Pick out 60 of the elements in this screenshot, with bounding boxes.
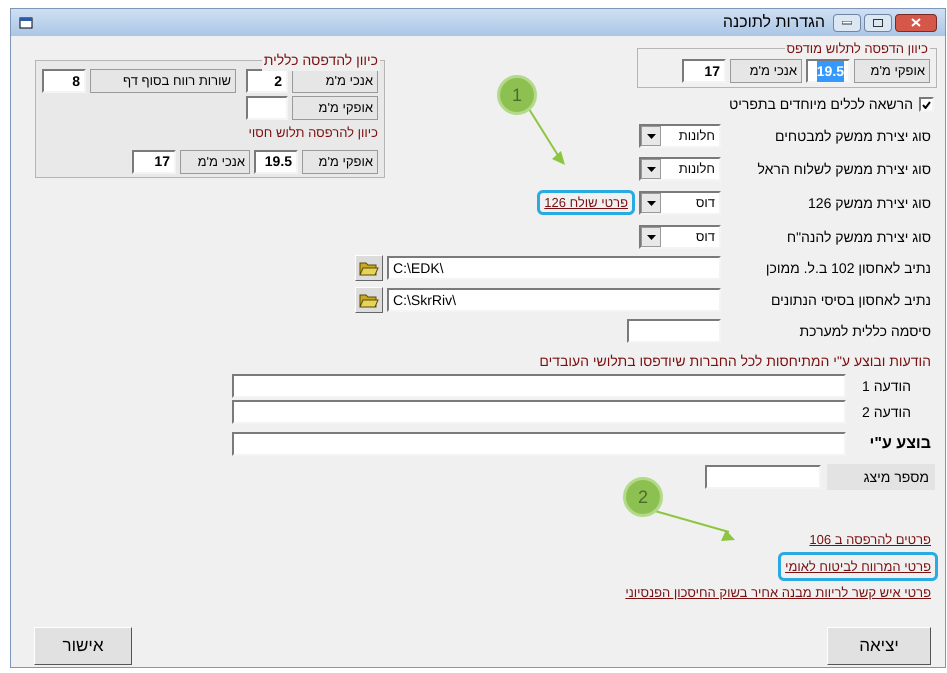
field-label: הודעה 2: [861, 402, 912, 422]
field-label: אנכי מ'מ: [292, 69, 378, 93]
dropdown[interactable]: חלונות: [639, 157, 721, 181]
checkmark-icon: [922, 100, 931, 108]
link[interactable]: פרטי איש קשר לריוות מבנה אחיר בשוק החיסכון הפנסיוני: [618, 583, 938, 602]
input-field[interactable]: [232, 400, 846, 424]
field-label: אופקי מ'מ: [854, 59, 930, 83]
field-label: סיסמה כללית למערכת: [798, 322, 931, 340]
close-button[interactable]: [895, 14, 937, 32]
minimize-icon: [842, 20, 852, 24]
field-label: מספר מיצג: [827, 464, 935, 490]
field-label: הודעה 1: [861, 376, 912, 396]
input-field[interactable]: 17: [682, 59, 726, 83]
input-field[interactable]: [232, 432, 846, 456]
input-field[interactable]: 8: [42, 69, 86, 93]
group-legend: כיוון הדפסה לתלוש מודפס: [784, 39, 930, 58]
input-field[interactable]: [232, 374, 846, 398]
dropdown[interactable]: דוס: [639, 225, 721, 249]
field-label: סוג יצירת ממשק למבטחים: [774, 126, 931, 146]
dropdown[interactable]: דוס: [639, 191, 721, 215]
field-label: בוצע ע"י: [868, 434, 931, 454]
folder-icon: [359, 292, 379, 308]
link[interactable]: פרטי המרווח לביטוח לאומי: [778, 552, 938, 581]
input-field[interactable]: C:\EDK\: [387, 256, 721, 280]
close-icon: [911, 18, 921, 27]
field-label: סוג יצירת ממשק לשלוח הראל: [756, 160, 931, 179]
input-field[interactable]: C:\SkrRiv\: [387, 288, 721, 312]
input-field[interactable]: 19.5: [254, 150, 298, 174]
minimize-button[interactable]: [833, 14, 861, 32]
input-field[interactable]: [246, 96, 288, 120]
dropdown[interactable]: חלונות: [639, 124, 721, 148]
window-title: הגדרות לתוכנה: [722, 12, 825, 32]
field-label: סוג יצירת ממשק להנה"ח: [786, 228, 931, 247]
ok-button[interactable]: אישור: [34, 626, 132, 664]
input-field[interactable]: 17: [132, 150, 176, 174]
field-label: שורות רווח בסוף דף: [90, 69, 236, 93]
input-field[interactable]: [627, 319, 721, 343]
app-icon: [19, 16, 33, 28]
checkbox-label: הרשאה לכלים מיוחדים בתפריט: [729, 95, 913, 114]
input-field[interactable]: [705, 465, 821, 489]
field-label: אנכי מ'מ: [180, 150, 250, 174]
folder-icon: [359, 260, 379, 276]
exit-button[interactable]: יציאה: [827, 626, 931, 664]
field-label: אופקי מ'מ: [292, 96, 378, 120]
section-title: הודעות ובוצע ע"י המתיחסות לכל החברות שיודפסו בתלושי העובדים: [538, 352, 931, 371]
field-label: אופקי מ'מ: [302, 150, 378, 174]
checkbox[interactable]: [919, 97, 934, 112]
link[interactable]: פרטים להרפסה ב 106: [802, 530, 938, 550]
callout-arrow: [528, 108, 565, 165]
restore-button[interactable]: [864, 14, 892, 32]
folder-button[interactable]: [355, 287, 383, 313]
restore-icon: [873, 18, 883, 26]
field-label: סוג יצירת ממשק 126: [807, 194, 931, 213]
section-title: כיוון להרפסה תלוש חסוי: [248, 124, 378, 142]
field-label: נתיב לאחסון 102 ב.ל. ממוכן: [764, 258, 931, 278]
folder-button[interactable]: [355, 255, 383, 281]
field-label: נתיב לאחסון בסיסי הנתונים: [770, 290, 931, 310]
link[interactable]: פרטי שולח 126: [537, 190, 635, 216]
field-label: אנכי מ'מ: [730, 59, 802, 83]
input-field[interactable]: 2: [246, 69, 288, 93]
